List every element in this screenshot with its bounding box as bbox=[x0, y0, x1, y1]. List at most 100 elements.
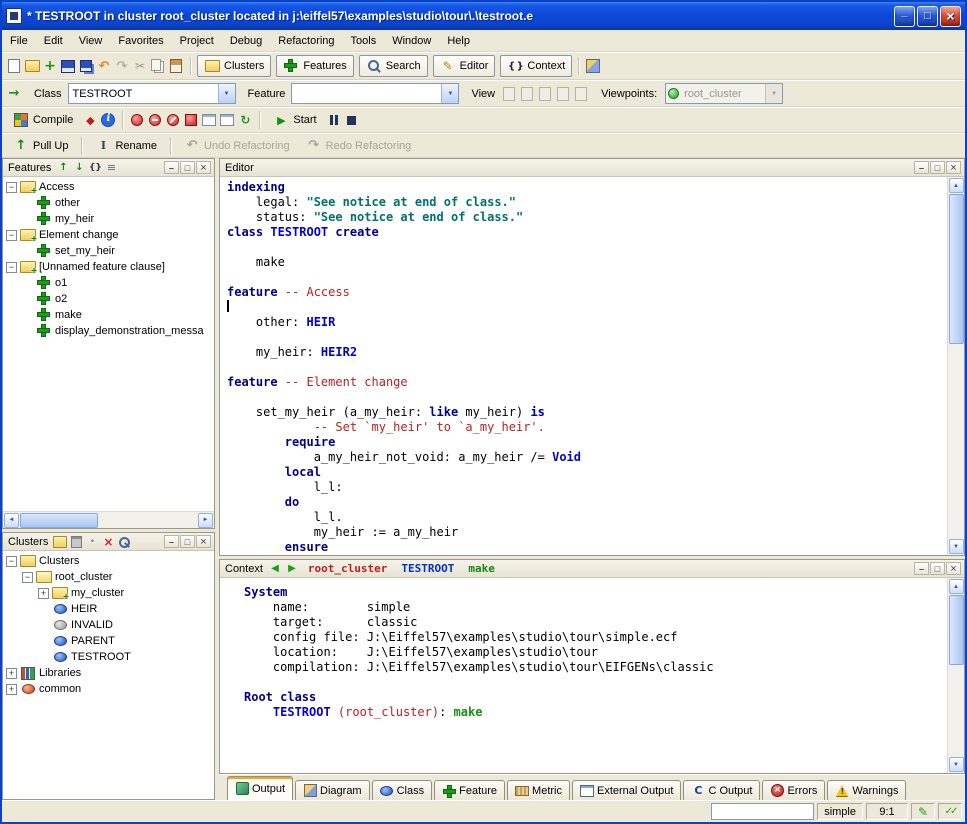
context-maximize-button[interactable] bbox=[930, 562, 945, 575]
compile-button[interactable]: Compile bbox=[6, 109, 80, 131]
cut-icon[interactable] bbox=[132, 58, 148, 74]
context-panel-header[interactable]: Context root_clusterTESTROOTmake bbox=[220, 560, 964, 578]
tree-item-my-cluster[interactable]: +my_cluster bbox=[5, 585, 214, 601]
tab-c-output[interactable]: C Output bbox=[683, 780, 760, 800]
stop-icon[interactable] bbox=[344, 112, 360, 128]
editor-minimize-button[interactable] bbox=[914, 161, 929, 174]
scroll-thumb[interactable] bbox=[20, 513, 98, 528]
close-button[interactable] bbox=[940, 6, 961, 27]
feature-combobox[interactable] bbox=[291, 83, 459, 104]
features-horizontal-scrollbar[interactable] bbox=[3, 511, 214, 528]
stop-point-slash-icon[interactable] bbox=[165, 112, 181, 128]
status-input[interactable] bbox=[711, 803, 814, 820]
features-close-button[interactable] bbox=[196, 161, 211, 174]
navigate-forward-icon[interactable] bbox=[285, 563, 299, 574]
clusters-maximize-button[interactable] bbox=[180, 535, 195, 548]
context-output-area[interactable]: System name: simple target: classic conf… bbox=[220, 578, 947, 773]
title-bar[interactable]: * TESTROOT in cluster root_cluster locat… bbox=[2, 2, 965, 30]
menu-help[interactable]: Help bbox=[439, 32, 478, 50]
dot-icon[interactable] bbox=[85, 535, 99, 549]
features-maximize-button[interactable] bbox=[180, 161, 195, 174]
stop-point-2-icon[interactable] bbox=[147, 112, 163, 128]
navigate-back-icon[interactable] bbox=[268, 563, 282, 574]
stop-point-edit-icon[interactable] bbox=[183, 112, 199, 128]
tab-diagram[interactable]: Diagram bbox=[295, 780, 370, 800]
editor-vertical-scrollbar[interactable] bbox=[947, 177, 964, 555]
clusters-minimize-button[interactable] bbox=[164, 535, 179, 548]
tree-item-common[interactable]: +common bbox=[5, 681, 214, 697]
tree-item-clusters[interactable]: −Clusters bbox=[5, 553, 214, 569]
pause-icon[interactable] bbox=[326, 112, 342, 128]
red-x-icon[interactable] bbox=[101, 535, 115, 549]
collapse-icon[interactable]: − bbox=[6, 556, 17, 567]
down-icon[interactable] bbox=[72, 161, 86, 175]
clusters-close-button[interactable] bbox=[196, 535, 211, 548]
menu-favorites[interactable]: Favorites bbox=[110, 32, 171, 50]
exec-window-icon[interactable] bbox=[219, 112, 235, 128]
tab-class[interactable]: Class bbox=[372, 780, 433, 800]
scroll-thumb[interactable] bbox=[949, 194, 964, 344]
new-icon[interactable] bbox=[6, 58, 22, 74]
save-all-icon[interactable] bbox=[78, 58, 94, 74]
menu-file[interactable]: File bbox=[2, 32, 36, 50]
context-vertical-scrollbar[interactable] bbox=[947, 578, 964, 773]
tree-item-testroot[interactable]: TESTROOT bbox=[5, 649, 214, 665]
add-cluster-icon[interactable] bbox=[53, 535, 67, 549]
tree-item-libraries[interactable]: +Libraries bbox=[5, 665, 214, 681]
editor-panel-header[interactable]: Editor bbox=[220, 159, 964, 177]
features-tree[interactable]: −Accessothermy_heir−Element changeset_my… bbox=[3, 177, 214, 511]
feature-combobox-dropdown-icon[interactable] bbox=[441, 84, 458, 103]
tree-item-element-change[interactable]: −Element change bbox=[5, 227, 214, 243]
list-icon[interactable] bbox=[104, 161, 118, 175]
tab-output[interactable]: Output bbox=[227, 776, 293, 800]
rename-button[interactable]: Rename bbox=[88, 135, 164, 157]
context-minimize-button[interactable] bbox=[914, 562, 929, 575]
view-2-icon[interactable] bbox=[519, 86, 535, 102]
tree-item-my-heir[interactable]: my_heir bbox=[5, 211, 214, 227]
tree-item-other[interactable]: other bbox=[5, 195, 214, 211]
collapse-icon[interactable]: − bbox=[6, 182, 17, 193]
editor-code-area[interactable]: indexing legal: "See notice at end of cl… bbox=[220, 177, 947, 555]
trash-icon[interactable] bbox=[69, 535, 83, 549]
scroll-up-icon[interactable] bbox=[949, 178, 964, 193]
expand-icon[interactable]: + bbox=[38, 588, 49, 599]
clusters-panel-header[interactable]: Clusters bbox=[3, 533, 214, 551]
freeze-gem-icon[interactable] bbox=[82, 112, 98, 128]
tab-errors[interactable]: Errors bbox=[762, 780, 825, 800]
editor-button[interactable]: Editor bbox=[433, 55, 496, 77]
stop-point-icon[interactable] bbox=[129, 112, 145, 128]
context-crumb-make[interactable]: make bbox=[468, 562, 495, 575]
tree-item-make[interactable]: make bbox=[5, 307, 214, 323]
editor-maximize-button[interactable] bbox=[930, 161, 945, 174]
menu-project[interactable]: Project bbox=[172, 32, 222, 50]
class-tool-icon[interactable] bbox=[6, 86, 22, 102]
collapse-icon[interactable]: − bbox=[6, 230, 17, 241]
editor-close-button[interactable] bbox=[946, 161, 961, 174]
menu-window[interactable]: Window bbox=[384, 32, 439, 50]
view-5-icon[interactable] bbox=[573, 86, 589, 102]
redo-icon[interactable] bbox=[114, 58, 130, 74]
tab-warnings[interactable]: Warnings bbox=[827, 780, 906, 800]
tree-item-access[interactable]: −Access bbox=[5, 179, 214, 195]
context-close-button[interactable] bbox=[946, 562, 961, 575]
tree-item-unnamed-feature-clause[interactable]: −[Unnamed feature clause] bbox=[5, 259, 214, 275]
scroll-down-icon[interactable] bbox=[949, 539, 964, 554]
collapse-icon[interactable]: − bbox=[6, 262, 17, 273]
add-icon[interactable] bbox=[42, 58, 58, 74]
search-icon[interactable] bbox=[117, 535, 131, 549]
view-3-icon[interactable] bbox=[537, 86, 553, 102]
debug-window-icon[interactable] bbox=[201, 112, 217, 128]
info-icon[interactable] bbox=[100, 112, 116, 128]
paste-icon[interactable] bbox=[168, 58, 184, 74]
expand-icon[interactable]: + bbox=[6, 668, 17, 679]
features-minimize-button[interactable] bbox=[164, 161, 179, 174]
tree-item-root-cluster[interactable]: −root_cluster bbox=[5, 569, 214, 585]
features-panel-header[interactable]: Features bbox=[3, 159, 214, 177]
pull-up-button[interactable]: Pull Up bbox=[6, 135, 75, 157]
minimize-button[interactable] bbox=[894, 6, 915, 27]
resync-icon[interactable] bbox=[237, 112, 253, 128]
maximize-button[interactable] bbox=[917, 6, 938, 27]
menu-refactoring[interactable]: Refactoring bbox=[270, 32, 342, 50]
tree-item-o1[interactable]: o1 bbox=[5, 275, 214, 291]
scroll-down-icon[interactable] bbox=[949, 757, 964, 772]
